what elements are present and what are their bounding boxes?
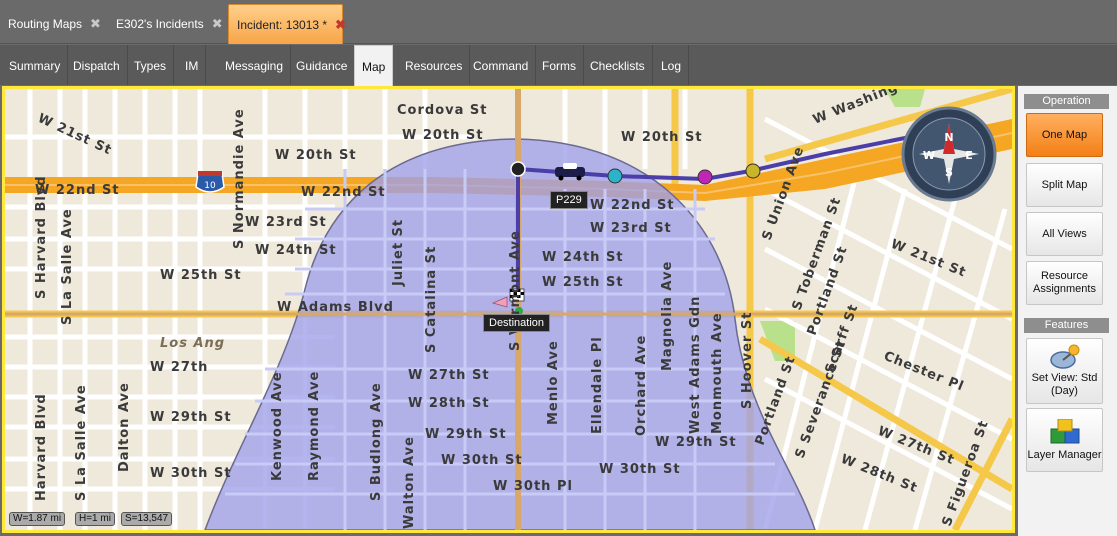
svg-text:S Catalina St: S Catalina St — [424, 246, 439, 353]
svg-text:Magnolia Ave: Magnolia Ave — [660, 261, 675, 371]
set-view-label: Set View: Std (Day) — [1031, 372, 1098, 397]
svg-text:Raymond Ave: Raymond Ave — [307, 371, 322, 481]
svg-text:W 23rd St: W 23rd St — [590, 221, 672, 236]
map-canvas[interactable]: 10 Cordova St W 21st St W 20th St W 20th… — [5, 89, 1012, 530]
close-icon[interactable]: ✖ — [335, 5, 346, 45]
svg-text:Juliet St: Juliet St — [391, 219, 406, 287]
all-views-button[interactable]: All Views — [1026, 212, 1103, 256]
tab-command[interactable]: Command — [466, 45, 537, 85]
svg-text:W 22nd St: W 22nd St — [301, 185, 386, 200]
svg-text:W 30th St: W 30th St — [599, 462, 681, 477]
svg-text:Los Ang: Los Ang — [160, 336, 225, 351]
svg-text:W 24th St: W 24th St — [255, 243, 337, 258]
route-start-marker[interactable] — [510, 161, 526, 177]
svg-text:S La Salle Ave: S La Salle Ave — [60, 208, 75, 325]
svg-text:N: N — [944, 131, 953, 144]
tab-checklists[interactable]: Checklists — [583, 45, 653, 85]
svg-text:S La Salle Ave: S La Salle Ave — [74, 384, 89, 501]
svg-text:S Budlong Ave: S Budlong Ave — [369, 382, 384, 501]
svg-text:W 23rd St: W 23rd St — [245, 215, 327, 230]
svg-text:W 30th St: W 30th St — [441, 453, 523, 468]
svg-text:Walton Ave: Walton Ave — [402, 436, 417, 529]
svg-text:W 27th: W 27th — [150, 360, 208, 375]
svg-text:S Hoover St: S Hoover St — [740, 312, 755, 409]
close-icon[interactable]: ✖ — [90, 4, 101, 44]
svg-text:W 20th St: W 20th St — [402, 128, 484, 143]
unit-marker-cyan[interactable] — [607, 168, 623, 184]
map-view[interactable]: 10 Cordova St W 21st St W 20th St W 20th… — [2, 86, 1015, 533]
split-map-button[interactable]: Split Map — [1026, 163, 1103, 207]
doc-tab-label: Incident: 13013 * — [237, 18, 328, 32]
operation-header: Operation — [1024, 94, 1109, 109]
layer-manager-label: Layer Manager — [1027, 448, 1102, 461]
svg-text:S Vermont Ave: S Vermont Ave — [508, 230, 523, 351]
svg-text:E: E — [965, 149, 973, 162]
svg-text:Orchard Ave: Orchard Ave — [634, 335, 649, 436]
tab-log[interactable]: Log — [654, 45, 690, 85]
svg-text:W 29th St: W 29th St — [150, 410, 232, 425]
svg-text:W 22nd St: W 22nd St — [590, 198, 675, 213]
svg-text:Dalton Ave: Dalton Ave — [117, 382, 132, 472]
svg-text:W Adams Blvd: W Adams Blvd — [277, 300, 394, 315]
destination-label: Destination — [483, 314, 551, 332]
close-icon[interactable]: ✖ — [212, 4, 223, 44]
svg-text:W 25th St: W 25th St — [542, 275, 624, 290]
svg-text:S: S — [945, 166, 953, 179]
svg-text:10: 10 — [204, 181, 216, 191]
tab-summary[interactable]: Summary — [2, 45, 69, 85]
tab-forms[interactable]: Forms — [535, 45, 584, 85]
svg-text:West Adams Gdn: West Adams Gdn — [688, 296, 703, 434]
svg-text:Monmouth Ave: Monmouth Ave — [710, 312, 725, 434]
features-header: Features — [1024, 318, 1109, 333]
set-view-button[interactable]: Set View: Std (Day) — [1026, 338, 1103, 404]
tab-map[interactable]: Map — [354, 45, 394, 87]
unit-marker-yellow[interactable] — [745, 163, 761, 179]
tab-dispatch[interactable]: Dispatch — [66, 45, 128, 85]
unit-marker-magenta[interactable] — [697, 169, 713, 185]
svg-text:Ellendale Pl: Ellendale Pl — [590, 336, 605, 434]
one-map-button[interactable]: One Map — [1026, 113, 1103, 157]
doc-tab-e302-incidents[interactable]: E302's Incidents ✖ — [108, 4, 231, 44]
layer-manager-button[interactable]: Layer Manager — [1026, 408, 1103, 472]
tab-guidance[interactable]: Guidance — [289, 45, 356, 85]
satellite-dish-icon — [1049, 344, 1079, 369]
svg-text:Menlo Ave: Menlo Ave — [546, 340, 561, 425]
svg-text:Harvard Blvd: Harvard Blvd — [34, 393, 49, 501]
layer-cubes-icon — [1050, 418, 1079, 443]
doc-tab-label: E302's Incidents — [116, 17, 204, 31]
map-tools-panel: Operation One Map Split Map All Views Re… — [1018, 86, 1117, 536]
svg-text:Cordova St: Cordova St — [397, 103, 487, 118]
svg-text:W 27th St: W 27th St — [408, 368, 490, 383]
interstate-shield-icon: 10 — [195, 171, 225, 193]
tab-messaging[interactable]: Messaging — [218, 45, 292, 85]
scale-ratio: S=13,547 — [121, 512, 173, 526]
svg-text:W 20th St: W 20th St — [621, 130, 703, 145]
svg-text:W 29th St: W 29th St — [655, 435, 737, 450]
doc-tab-label: Routing Maps — [8, 17, 83, 31]
tab-im[interactable]: IM — [178, 45, 207, 85]
scale-height: H=1 mi — [75, 512, 115, 526]
app-window: Routing Maps ✖ E302's Incidents ✖ Incident… — [0, 0, 1117, 536]
tab-resources[interactable]: Resources — [398, 45, 471, 85]
svg-text:S Harvard Blvd: S Harvard Blvd — [34, 175, 49, 299]
svg-text:W 25th St: W 25th St — [160, 268, 242, 283]
svg-text:W: W — [923, 149, 935, 162]
doc-tab-routing-maps[interactable]: Routing Maps ✖ — [0, 4, 109, 44]
svg-text:W 30th St: W 30th St — [150, 466, 232, 481]
doc-tab-incident-13013[interactable]: Incident: 13013 * ✖ — [228, 4, 346, 45]
svg-text:Kenwood Ave: Kenwood Ave — [270, 371, 285, 481]
document-tab-bar: Routing Maps ✖ E302's Incidents ✖ Incident… — [0, 0, 1117, 44]
svg-text:W 20th St: W 20th St — [275, 148, 357, 163]
svg-text:W 29th St: W 29th St — [425, 427, 507, 442]
incident-tab-bar: Summary Dispatch Types IM Messaging Guid… — [0, 45, 1117, 87]
unit-label-p229[interactable]: P229 — [550, 191, 588, 209]
tab-types[interactable]: Types — [127, 45, 175, 85]
scale-width: W=1.87 mi — [9, 512, 66, 526]
svg-text:W 24th St: W 24th St — [542, 250, 624, 265]
compass-icon[interactable]: N S E W — [901, 106, 997, 202]
resource-assignments-button[interactable]: Resource Assignments — [1026, 261, 1103, 305]
svg-text:W 28th St: W 28th St — [408, 396, 490, 411]
svg-text:S Normandie Ave: S Normandie Ave — [232, 108, 247, 249]
svg-text:W 30th Pl: W 30th Pl — [493, 479, 573, 494]
